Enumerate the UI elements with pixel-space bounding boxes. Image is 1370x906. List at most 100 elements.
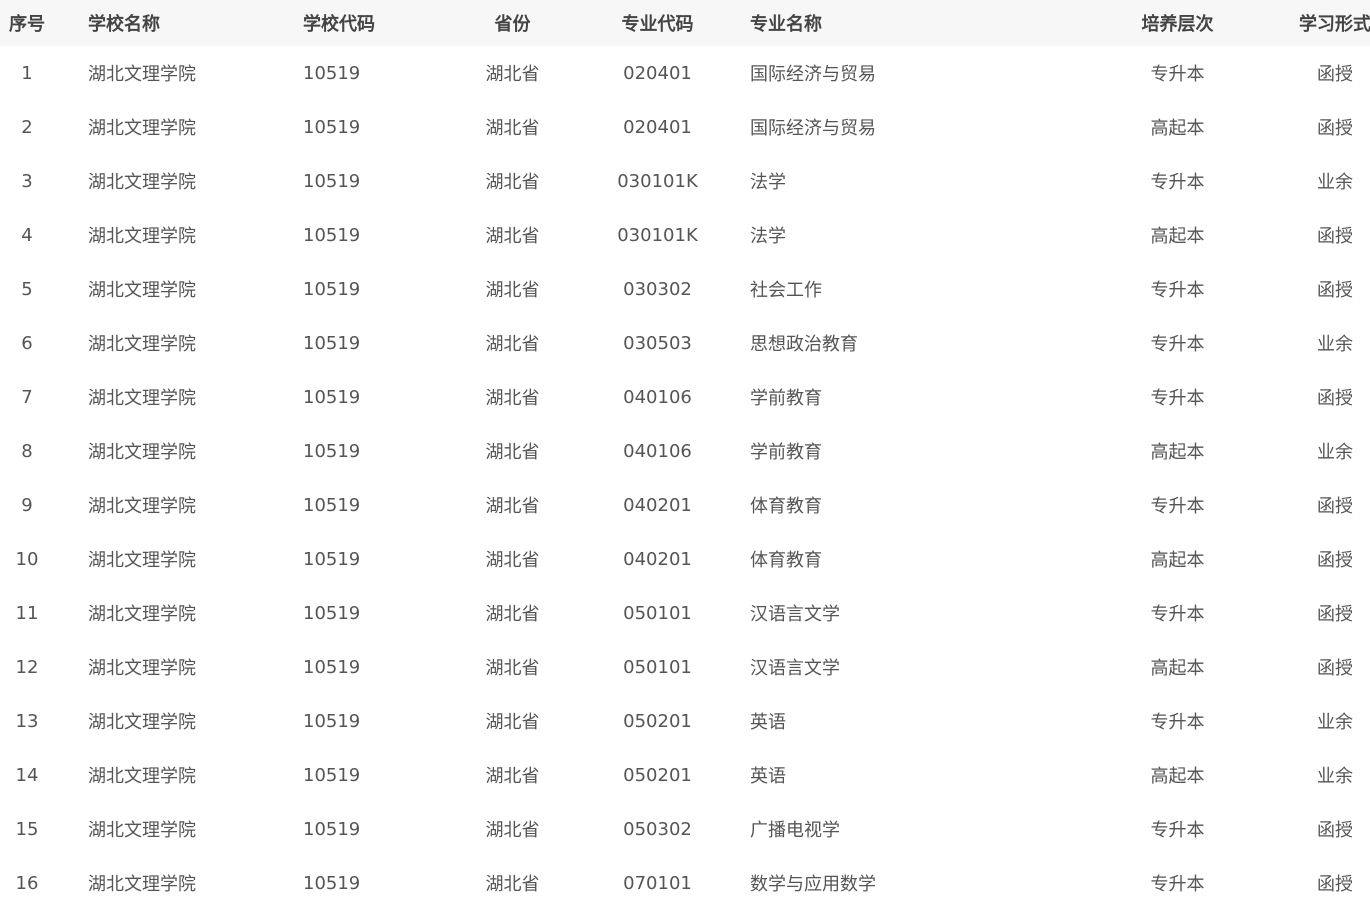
table-row: 11 湖北文理学院 10519 湖北省 050101 汉语言文学 专升本 函授 xyxy=(0,586,1370,640)
cell-study-form: 业余 xyxy=(1317,712,1353,733)
table-row: 5 湖北文理学院 10519 湖北省 030302 社会工作 专升本 函授 xyxy=(0,262,1370,316)
cell-province: 湖北省 xyxy=(485,442,540,463)
cell-province: 湖北省 xyxy=(485,712,540,733)
cell-major-name: 汉语言文学 xyxy=(750,658,840,679)
cell-study-form: 函授 xyxy=(1317,550,1353,571)
cell-major-name: 汉语言文学 xyxy=(750,604,840,625)
cell-seq: 15 xyxy=(15,818,39,840)
cell-school-name: 湖北文理学院 xyxy=(88,820,196,841)
cell-major-name: 法学 xyxy=(750,226,786,247)
cell-school-code: 10519 xyxy=(303,494,361,516)
table-row: 8 湖北文理学院 10519 湖北省 040106 学前教育 高起本 业余 xyxy=(0,424,1370,478)
cell-province: 湖北省 xyxy=(485,820,540,841)
table-row: 3 湖北文理学院 10519 湖北省 030101K 法学 专升本 业余 xyxy=(0,154,1370,208)
cell-major-name: 国际经济与贸易 xyxy=(750,118,876,139)
cell-province: 湖北省 xyxy=(485,64,540,85)
cell-school-name: 湖北文理学院 xyxy=(88,280,196,301)
table-header-row: 序号 学校名称 学校代码 省份 专业代码 专业名称 培养层次 学习形式 xyxy=(0,0,1370,46)
cell-major-code: 030302 xyxy=(623,278,692,300)
cell-province: 湖北省 xyxy=(485,118,540,139)
cell-level: 专升本 xyxy=(1150,334,1205,355)
header-major-name: 专业名称 xyxy=(750,14,822,35)
table-row: 4 湖北文理学院 10519 湖北省 030101K 法学 高起本 函授 xyxy=(0,208,1370,262)
cell-major-code: 040201 xyxy=(623,494,692,516)
cell-school-name: 湖北文理学院 xyxy=(88,64,196,85)
cell-level: 高起本 xyxy=(1150,226,1205,247)
cell-major-code: 050201 xyxy=(623,710,692,732)
header-province: 省份 xyxy=(494,14,531,35)
cell-major-code: 050101 xyxy=(623,602,692,624)
cell-school-name: 湖北文理学院 xyxy=(88,712,196,733)
cell-major-name: 思想政治教育 xyxy=(750,334,858,355)
cell-major-code: 020401 xyxy=(623,62,692,84)
cell-level: 专升本 xyxy=(1150,388,1205,409)
cell-school-name: 湖北文理学院 xyxy=(88,226,196,247)
cell-level: 专升本 xyxy=(1150,604,1205,625)
cell-school-code: 10519 xyxy=(303,170,361,192)
cell-study-form: 业余 xyxy=(1317,334,1353,355)
cell-seq: 8 xyxy=(21,440,33,462)
cell-seq: 10 xyxy=(15,548,39,570)
cell-level: 专升本 xyxy=(1150,496,1205,517)
cell-province: 湖北省 xyxy=(485,388,540,409)
table-row: 1 湖北文理学院 10519 湖北省 020401 国际经济与贸易 专升本 函授 xyxy=(0,46,1370,100)
cell-seq: 9 xyxy=(21,494,33,516)
table-row: 15 湖北文理学院 10519 湖北省 050302 广播电视学 专升本 函授 xyxy=(0,802,1370,856)
cell-major-code: 030101K xyxy=(617,170,698,192)
cell-province: 湖北省 xyxy=(485,658,540,679)
cell-major-name: 体育教育 xyxy=(750,550,822,571)
cell-seq: 2 xyxy=(21,116,33,138)
cell-study-form: 函授 xyxy=(1317,388,1353,409)
cell-school-code: 10519 xyxy=(303,872,361,894)
cell-major-name: 学前教育 xyxy=(750,388,822,409)
cell-seq: 5 xyxy=(21,278,33,300)
header-school-name: 学校名称 xyxy=(88,14,160,35)
cell-major-code: 040106 xyxy=(623,386,692,408)
cell-province: 湖北省 xyxy=(485,226,540,247)
cell-school-name: 湖北文理学院 xyxy=(88,442,196,463)
table-row: 12 湖北文理学院 10519 湖北省 050101 汉语言文学 高起本 函授 xyxy=(0,640,1370,694)
cell-major-name: 体育教育 xyxy=(750,496,822,517)
cell-school-code: 10519 xyxy=(303,710,361,732)
cell-level: 高起本 xyxy=(1150,442,1205,463)
cell-level: 专升本 xyxy=(1150,820,1205,841)
cell-school-code: 10519 xyxy=(303,602,361,624)
cell-school-name: 湖北文理学院 xyxy=(88,334,196,355)
cell-study-form: 函授 xyxy=(1317,658,1353,679)
cell-province: 湖北省 xyxy=(485,334,540,355)
table-row: 2 湖北文理学院 10519 湖北省 020401 国际经济与贸易 高起本 函授 xyxy=(0,100,1370,154)
table-row: 13 湖北文理学院 10519 湖北省 050201 英语 专升本 业余 xyxy=(0,694,1370,748)
cell-level: 专升本 xyxy=(1150,874,1205,895)
cell-study-form: 业余 xyxy=(1317,172,1353,193)
header-study-form: 学习形式 xyxy=(1299,14,1370,35)
cell-level: 高起本 xyxy=(1150,766,1205,787)
cell-major-name: 广播电视学 xyxy=(750,820,840,841)
table-row: 14 湖北文理学院 10519 湖北省 050201 英语 高起本 业余 xyxy=(0,748,1370,802)
table-row: 6 湖北文理学院 10519 湖北省 030503 思想政治教育 专升本 业余 xyxy=(0,316,1370,370)
cell-school-code: 10519 xyxy=(303,548,361,570)
cell-school-code: 10519 xyxy=(303,278,361,300)
majors-table: 序号 学校名称 学校代码 省份 专业代码 专业名称 培养层次 学习形式 1 湖北文… xyxy=(0,0,1370,906)
header-seq: 序号 xyxy=(9,14,45,35)
cell-province: 湖北省 xyxy=(485,874,540,895)
cell-level: 高起本 xyxy=(1150,550,1205,571)
cell-school-code: 10519 xyxy=(303,440,361,462)
cell-seq: 13 xyxy=(15,710,39,732)
cell-major-code: 020401 xyxy=(623,116,692,138)
cell-school-name: 湖北文理学院 xyxy=(88,874,196,895)
cell-seq: 11 xyxy=(15,602,39,624)
table-row: 9 湖北文理学院 10519 湖北省 040201 体育教育 专升本 函授 xyxy=(0,478,1370,532)
cell-major-code: 040106 xyxy=(623,440,692,462)
header-level: 培养层次 xyxy=(1141,14,1214,35)
cell-study-form: 业余 xyxy=(1317,766,1353,787)
cell-school-name: 湖北文理学院 xyxy=(88,604,196,625)
cell-province: 湖北省 xyxy=(485,550,540,571)
cell-major-code: 070101 xyxy=(623,872,692,894)
cell-province: 湖北省 xyxy=(485,496,540,517)
cell-school-code: 10519 xyxy=(303,332,361,354)
cell-study-form: 函授 xyxy=(1317,226,1353,247)
cell-major-name: 法学 xyxy=(750,172,786,193)
table-body: 1 湖北文理学院 10519 湖北省 020401 国际经济与贸易 专升本 函授 2 湖北文理学院… xyxy=(0,46,1370,906)
cell-major-code: 030101K xyxy=(617,224,698,246)
cell-level: 专升本 xyxy=(1150,712,1205,733)
